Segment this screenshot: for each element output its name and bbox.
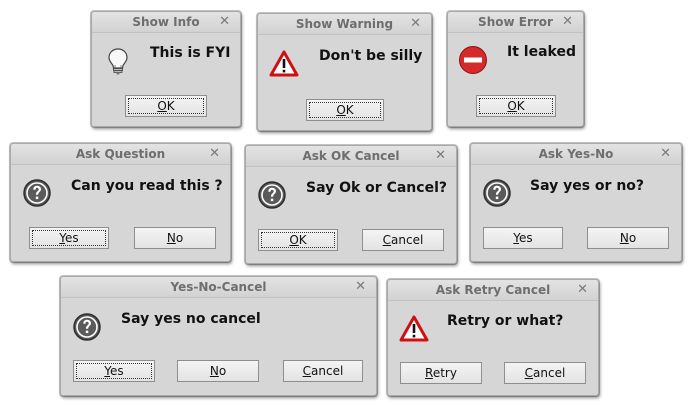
button-label-rest: es (65, 231, 79, 245)
dialog-message: Can you read this ? (71, 178, 223, 194)
button-mnemonic: C (524, 366, 534, 380)
button-mnemonic: O (507, 99, 517, 113)
button-label-rest: o (175, 231, 184, 245)
dialog-message: It leaked (507, 44, 576, 60)
close-button[interactable]: ✕ (209, 146, 220, 161)
ok-button[interactable]: OK (258, 229, 338, 251)
button-label-rest: K (166, 99, 175, 113)
titlebar: Ask OK Cancel ✕ (246, 146, 456, 167)
button-label-rest: ancel (533, 366, 566, 380)
warning-icon (269, 49, 299, 79)
yes-button[interactable]: Yes (29, 227, 109, 249)
dialog-message: This is FYI (150, 45, 231, 61)
question-icon (482, 178, 512, 208)
dialog-ask-yes-no: Ask Yes-No ✕ Say yes or no? Yes No (470, 143, 682, 262)
close-button[interactable]: ✕ (562, 14, 573, 29)
dialog-message: Say yes or no? (530, 178, 645, 194)
close-button[interactable]: ✕ (577, 282, 588, 297)
no-button[interactable]: No (177, 360, 259, 382)
button-label-rest: K (516, 99, 525, 113)
titlebar: Ask Retry Cancel ✕ (388, 280, 598, 301)
button-mnemonic: C (382, 233, 392, 247)
button-label-rest: K (345, 103, 354, 117)
cancel-button[interactable]: Cancel (504, 362, 586, 384)
titlebar: Yes-No-Cancel ✕ (61, 277, 376, 298)
cancel-button[interactable]: Cancel (362, 229, 444, 251)
dialog-title: Yes-No-Cancel (170, 280, 267, 294)
button-label-rest: etry (432, 366, 457, 380)
yes-button[interactable]: Yes (73, 360, 155, 382)
no-button[interactable]: No (134, 227, 216, 249)
button-label-rest: ancel (311, 364, 344, 378)
dialog-title: Ask OK Cancel (302, 149, 400, 163)
dialog-message: Retry or what? (447, 313, 564, 329)
titlebar: Show Info ✕ (92, 12, 240, 33)
button-mnemonic: O (157, 99, 167, 113)
question-icon (257, 180, 287, 210)
dialog-title: Ask Question (75, 147, 166, 161)
question-icon (72, 312, 102, 342)
button-label-rest: ancel (391, 233, 424, 247)
button-mnemonic: N (619, 231, 629, 245)
button-label-rest: es (110, 364, 124, 378)
button-mnemonic: R (425, 366, 433, 380)
dialog-show-info: Show Info ✕ This is FYI OK (91, 11, 241, 127)
ok-button[interactable]: OK (476, 95, 556, 117)
dialog-yes-no-cancel: Yes-No-Cancel ✕ Say yes no cancel Yes No… (60, 276, 377, 396)
button-mnemonic: N (166, 231, 176, 245)
warning-icon (399, 314, 429, 344)
dialog-ask-question: Ask Question ✕ Can you read this ? Yes N… (10, 143, 231, 262)
no-button[interactable]: No (587, 227, 669, 249)
retry-button[interactable]: Retry (400, 362, 482, 384)
dialog-title: Show Warning (295, 17, 394, 31)
titlebar: Show Warning ✕ (258, 14, 431, 35)
dialog-show-error: Show Error ✕ It leaked OK (447, 11, 584, 127)
dialog-title: Ask Yes-No (538, 147, 614, 161)
titlebar: Ask Question ✕ (11, 144, 230, 165)
ok-button[interactable]: OK (125, 95, 207, 117)
dialog-message: Don't be silly (319, 48, 423, 64)
dialog-message: Say yes no cancel (121, 311, 261, 327)
lightbulb-icon (103, 46, 133, 76)
close-button[interactable]: ✕ (435, 148, 446, 163)
button-label-rest: es (519, 231, 533, 245)
button-mnemonic: O (289, 233, 299, 247)
close-button[interactable]: ✕ (660, 146, 671, 161)
button-label-rest: K (298, 233, 307, 247)
button-label-rest: o (628, 231, 637, 245)
cancel-button[interactable]: Cancel (283, 360, 363, 382)
dialog-ask-retry-cancel: Ask Retry Cancel ✕ Retry or what? Retry … (387, 279, 599, 396)
question-icon (22, 178, 52, 208)
error-icon (458, 45, 488, 75)
dialog-ask-ok-cancel: Ask OK Cancel ✕ Say Ok or Cancel? OK Can… (245, 145, 457, 264)
button-label-rest: o (218, 364, 227, 378)
button-mnemonic: O (336, 103, 346, 117)
dialog-message: Say Ok or Cancel? (306, 180, 447, 196)
yes-button[interactable]: Yes (483, 227, 563, 249)
close-button[interactable]: ✕ (410, 16, 421, 31)
dialog-show-warning: Show Warning ✕ Don't be silly OK (257, 13, 432, 131)
ok-button[interactable]: OK (306, 99, 384, 121)
button-mnemonic: C (302, 364, 312, 378)
dialog-title: Show Info (132, 15, 200, 29)
close-button[interactable]: ✕ (355, 279, 366, 294)
dialog-title: Ask Retry Cancel (435, 283, 551, 297)
button-mnemonic: N (209, 364, 219, 378)
close-button[interactable]: ✕ (219, 14, 230, 29)
titlebar: Show Error ✕ (448, 12, 583, 33)
titlebar: Ask Yes-No ✕ (471, 144, 681, 165)
